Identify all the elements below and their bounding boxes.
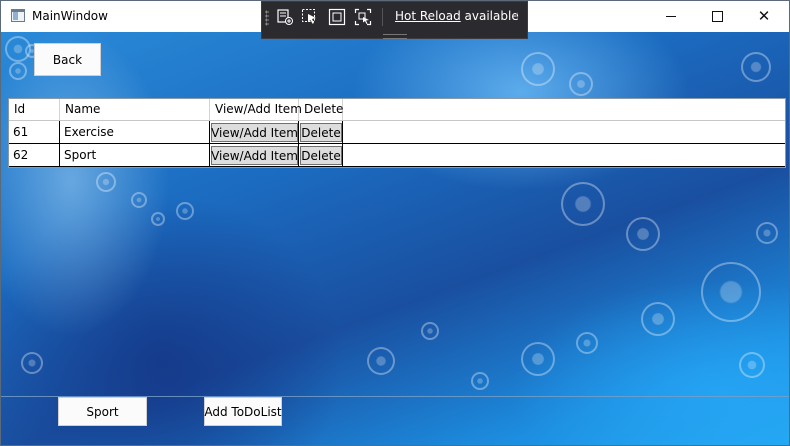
back-button[interactable]: Back xyxy=(34,43,101,76)
background-bubble xyxy=(21,352,43,374)
close-button[interactable]: ✕ xyxy=(741,1,787,32)
delete-button[interactable]: Delete xyxy=(300,146,342,165)
track-focus-icon[interactable] xyxy=(354,8,372,26)
cell-name[interactable]: Exercise xyxy=(60,121,210,143)
selected-list-button[interactable]: Sport xyxy=(58,397,147,426)
delete-button[interactable]: Delete xyxy=(300,123,342,142)
background-bubble xyxy=(739,352,765,378)
minimize-button[interactable] xyxy=(648,1,694,32)
app-window-icon xyxy=(11,9,25,22)
grid-header-row: Id Name View/Add Item Delete xyxy=(9,99,785,121)
layout-adorner-icon[interactable] xyxy=(328,8,346,26)
background-bubble xyxy=(701,262,761,322)
background-bubble xyxy=(641,302,675,336)
table-row[interactable]: 62 Sport View/Add Item Delete xyxy=(9,144,785,167)
hot-reload-toolbar[interactable]: Hot Reload available ‹ xyxy=(261,1,528,39)
column-header-view-add-item[interactable]: View/Add Item xyxy=(210,99,302,120)
main-window: MainWindow ✕ Back Id Name View/Add Item … xyxy=(0,0,790,446)
collapse-chevron-icon[interactable]: ‹ xyxy=(514,8,519,23)
background-bubble xyxy=(626,217,660,251)
minimize-icon xyxy=(666,16,676,17)
background-bubble xyxy=(576,332,598,354)
maximize-button[interactable] xyxy=(694,1,740,32)
maximize-icon xyxy=(711,11,723,22)
cell-id[interactable]: 61 xyxy=(9,121,60,143)
window-title: MainWindow xyxy=(32,9,108,23)
background-bubble xyxy=(569,72,593,96)
close-icon: ✕ xyxy=(757,7,771,25)
view-add-item-button[interactable]: View/Add Item xyxy=(211,123,298,142)
view-add-item-button[interactable]: View/Add Item xyxy=(211,146,298,165)
column-header-delete[interactable]: Delete xyxy=(299,99,343,120)
background-bubble xyxy=(521,342,555,376)
hot-reload-available-text: available xyxy=(460,9,519,23)
background-bubble xyxy=(151,212,165,226)
toolbar-separator xyxy=(382,8,383,26)
table-row[interactable]: 61 Exercise View/Add Item Delete xyxy=(9,121,785,144)
background-bubble xyxy=(741,52,771,82)
cell-id[interactable]: 62 xyxy=(9,144,60,166)
background-bubble xyxy=(9,62,27,80)
background-bubble xyxy=(96,172,116,192)
background-bubble xyxy=(421,322,439,340)
column-header-name[interactable]: Name xyxy=(60,99,210,120)
toolbar-drag-handle[interactable] xyxy=(383,34,407,39)
background-bubble xyxy=(756,222,778,244)
background-bubble xyxy=(561,182,605,226)
background-bubble xyxy=(367,347,395,375)
select-element-icon[interactable] xyxy=(301,8,319,26)
add-todolist-button[interactable]: Add ToDoList xyxy=(204,397,282,426)
hot-reload-link[interactable]: Hot Reload xyxy=(395,9,461,23)
hot-reload-status: Hot Reload available xyxy=(395,9,519,23)
toolbar-grip-icon[interactable] xyxy=(265,10,269,26)
client-area: Back Id Name View/Add Item Delete 61 Exe… xyxy=(1,32,789,445)
background-bubble xyxy=(176,202,194,220)
todo-list-grid[interactable]: Id Name View/Add Item Delete 61 Exercise… xyxy=(8,98,786,168)
cell-name[interactable]: Sport xyxy=(60,144,210,166)
background-bubble xyxy=(521,52,555,86)
background-bubble xyxy=(131,192,147,208)
add-element-icon[interactable] xyxy=(276,8,294,26)
background-bubble xyxy=(471,372,489,390)
column-header-id[interactable]: Id xyxy=(9,99,60,120)
